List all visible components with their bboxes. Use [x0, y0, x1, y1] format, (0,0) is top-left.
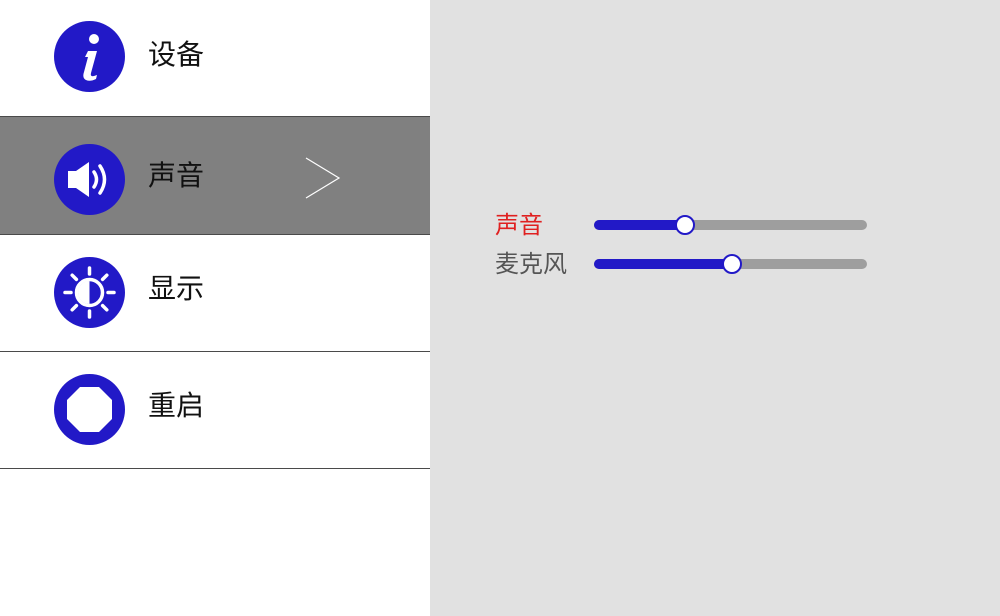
sidebar-item-display[interactable]: 显示 — [0, 235, 430, 352]
slider-thumb[interactable] — [675, 215, 696, 235]
sidebar: 设备 声音 显示 重启 — [0, 0, 430, 616]
microphone-volume-slider[interactable] — [594, 254, 867, 274]
sidebar-item-label: 重启 — [148, 389, 205, 422]
speaker-icon — [54, 144, 125, 215]
sidebar-item-device[interactable]: 设备 — [0, 0, 430, 117]
slider-thumb[interactable] — [721, 254, 742, 274]
restart-icon — [54, 374, 125, 445]
sidebar-item-label: 显示 — [148, 272, 205, 305]
settings-window: 设备 声音 显示 重启 声音 麦克风 — [0, 0, 1000, 616]
sound-volume-label: 声音 — [495, 211, 543, 239]
slider-fill — [594, 220, 685, 230]
info-icon — [54, 21, 125, 92]
microphone-volume-row: 麦克风 — [495, 249, 935, 279]
slider-fill — [594, 259, 731, 269]
brightness-icon — [54, 257, 125, 328]
sound-settings-panel: 声音 麦克风 — [430, 0, 1000, 616]
sound-volume-slider[interactable] — [594, 215, 867, 235]
sound-volume-row: 声音 — [495, 210, 935, 240]
microphone-volume-label: 麦克风 — [495, 250, 567, 278]
chevron-right-icon — [305, 157, 341, 199]
sidebar-item-restart[interactable]: 重启 — [0, 352, 430, 469]
sidebar-item-label: 设备 — [148, 38, 205, 71]
sidebar-item-label: 声音 — [148, 159, 205, 192]
sidebar-item-sound[interactable]: 声音 — [0, 116, 430, 235]
